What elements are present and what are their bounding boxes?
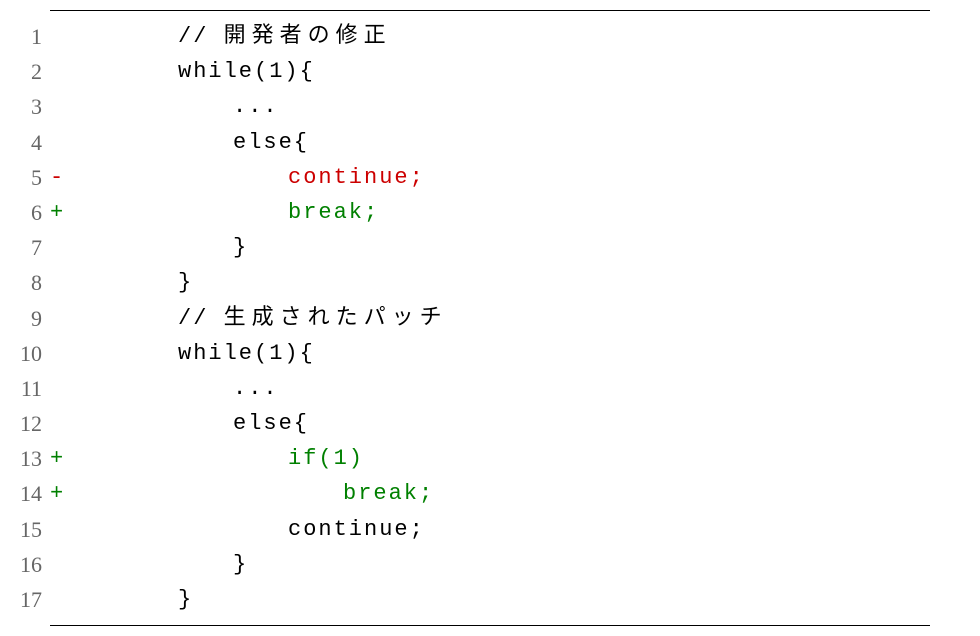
code-prefix: if(1): [288, 446, 364, 471]
line-number: 3: [0, 89, 50, 124]
code-line: 13+if(1): [50, 441, 930, 476]
code-line: 7}: [50, 230, 930, 265]
diff-sign: [50, 336, 68, 371]
line-number: 9: [0, 301, 50, 336]
code-content: else{: [68, 125, 930, 160]
code-prefix: continue;: [288, 517, 425, 542]
code-line: 17}: [50, 582, 930, 617]
code-content: }: [68, 265, 930, 300]
code-content: }: [68, 547, 930, 582]
code-prefix: while(1){: [178, 341, 315, 366]
diff-sign: [50, 125, 68, 160]
code-prefix: }: [233, 552, 248, 577]
code-line: 11...: [50, 371, 930, 406]
code-line: 4else{: [50, 125, 930, 160]
diff-sign: [50, 19, 68, 54]
line-number: 10: [0, 336, 50, 371]
diff-sign: [50, 89, 68, 124]
line-number: 11: [0, 371, 50, 406]
code-prefix: break;: [343, 481, 434, 506]
line-number: 1: [0, 19, 50, 54]
diff-sign: +: [50, 441, 68, 476]
code-prefix: }: [233, 235, 248, 260]
diff-sign: -: [50, 160, 68, 195]
code-line: 1// 開発者の修正: [50, 19, 930, 54]
diff-sign: [50, 512, 68, 547]
diff-sign: [50, 371, 68, 406]
code-content: if(1): [68, 441, 930, 476]
diff-sign: +: [50, 195, 68, 230]
line-number: 2: [0, 54, 50, 89]
diff-sign: [50, 582, 68, 617]
code-content: }: [68, 230, 930, 265]
code-prefix: while(1){: [178, 59, 315, 84]
code-line: 9// 生成されたパッチ: [50, 301, 930, 336]
code-prefix: }: [178, 587, 193, 612]
code-line: 10while(1){: [50, 336, 930, 371]
code-prefix: continue;: [288, 165, 425, 190]
line-number: 14: [0, 476, 50, 511]
code-content: break;: [68, 195, 930, 230]
code-line: 15continue;: [50, 512, 930, 547]
diff-sign: [50, 406, 68, 441]
line-number: 13: [0, 441, 50, 476]
code-content: }: [68, 582, 930, 617]
code-line: 3...: [50, 89, 930, 124]
diff-sign: [50, 301, 68, 336]
diff-sign: [50, 230, 68, 265]
code-prefix: ...: [233, 94, 279, 119]
code-content: // 開発者の修正: [68, 19, 930, 54]
code-diff-block: 1// 開発者の修正2while(1){3...4else{5-continue…: [50, 10, 930, 626]
code-content: ...: [68, 371, 930, 406]
code-line: 12else{: [50, 406, 930, 441]
line-number: 4: [0, 125, 50, 160]
code-content: continue;: [68, 160, 930, 195]
code-line: 2while(1){: [50, 54, 930, 89]
code-content: ...: [68, 89, 930, 124]
code-line: 5-continue;: [50, 160, 930, 195]
line-number: 7: [0, 230, 50, 265]
line-number: 12: [0, 406, 50, 441]
code-content: while(1){: [68, 336, 930, 371]
code-prefix: break;: [288, 200, 379, 225]
code-prefix: //: [178, 24, 224, 49]
code-content: break;: [68, 476, 930, 511]
code-content: // 生成されたパッチ: [68, 301, 930, 336]
line-number: 17: [0, 582, 50, 617]
diff-sign: [50, 54, 68, 89]
code-line: 6+break;: [50, 195, 930, 230]
diff-sign: +: [50, 476, 68, 511]
code-content: while(1){: [68, 54, 930, 89]
code-prefix: }: [178, 270, 193, 295]
line-number: 5: [0, 160, 50, 195]
code-line: 16}: [50, 547, 930, 582]
line-number: 8: [0, 265, 50, 300]
code-content: else{: [68, 406, 930, 441]
code-cjk-text: 開発者の修正: [224, 24, 392, 49]
code-prefix: else{: [233, 130, 309, 155]
diff-sign: [50, 265, 68, 300]
code-line: 14+break;: [50, 476, 930, 511]
code-prefix: else{: [233, 411, 309, 436]
code-prefix: //: [178, 306, 224, 331]
diff-sign: [50, 547, 68, 582]
code-cjk-text: 生成されたパッチ: [224, 306, 448, 331]
line-number: 16: [0, 547, 50, 582]
code-line: 8}: [50, 265, 930, 300]
line-number: 15: [0, 512, 50, 547]
code-prefix: ...: [233, 376, 279, 401]
code-content: continue;: [68, 512, 930, 547]
line-number: 6: [0, 195, 50, 230]
